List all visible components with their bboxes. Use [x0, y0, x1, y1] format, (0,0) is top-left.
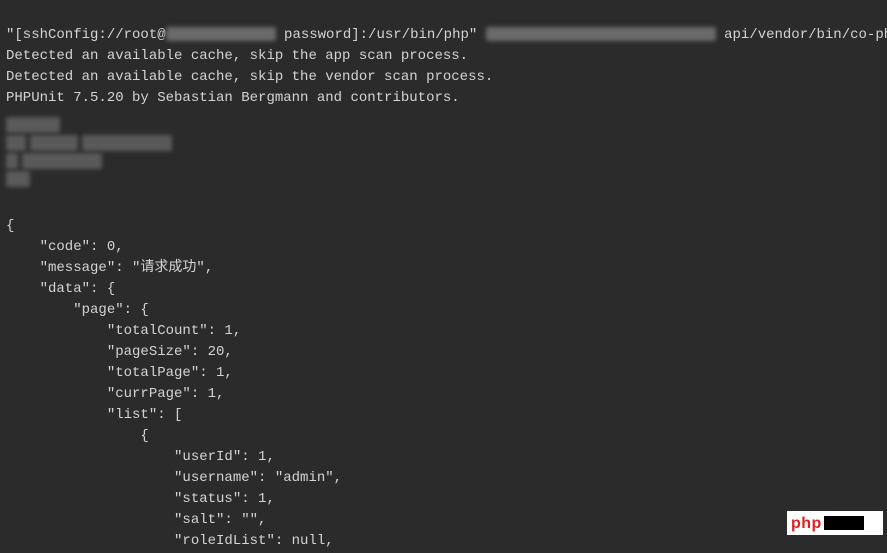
watermark-badge: php	[787, 511, 883, 535]
redacted-host	[166, 27, 276, 41]
json-totalcount: "totalCount": 1,	[6, 323, 241, 339]
json-list-open: "list": [	[6, 407, 182, 423]
terminal-output: "[sshConfig://root@ password]:/usr/bin/p…	[0, 0, 887, 113]
json-open: {	[6, 218, 14, 234]
json-message: "message": "请求成功",	[6, 260, 213, 276]
json-code: "code": 0,	[6, 239, 124, 255]
ssh-prefix: "[sshConfig://root@	[6, 27, 166, 43]
phpunit-line: PHPUnit 7.5.20 by Sebastian Bergmann and…	[6, 90, 460, 106]
json-output: { "code": 0, "message": "请求成功", "data": …	[0, 191, 887, 553]
json-currpage: "currPage": 1,	[6, 386, 224, 402]
json-page-open: "page": {	[6, 302, 149, 318]
json-roleidlist: "roleIdList": null,	[6, 533, 334, 549]
json-username: "username": "admin",	[6, 470, 342, 486]
cache-vendor-line: Detected an available cache, skip the ve…	[6, 69, 493, 85]
watermark-text: php	[791, 513, 822, 534]
json-userid: "userId": 1,	[6, 449, 275, 465]
json-pagesize: "pageSize": 20,	[6, 344, 233, 360]
ssh-command-line: "[sshConfig://root@ password]:/usr/bin/p…	[6, 27, 887, 43]
watermark-cn-block	[824, 516, 864, 530]
json-item-open: {	[6, 428, 149, 444]
redacted-block	[0, 113, 887, 191]
json-status: "status": 1,	[6, 491, 275, 507]
ssh-mid: password]:/usr/bin/php"	[284, 27, 477, 43]
redacted-path	[486, 27, 716, 41]
json-totalpage: "totalPage": 1,	[6, 365, 233, 381]
json-data-open: "data": {	[6, 281, 115, 297]
ssh-suffix: api/vendor/bin/co-ph	[724, 27, 887, 43]
cache-app-line: Detected an available cache, skip the ap…	[6, 48, 468, 64]
json-salt: "salt": "",	[6, 512, 266, 528]
